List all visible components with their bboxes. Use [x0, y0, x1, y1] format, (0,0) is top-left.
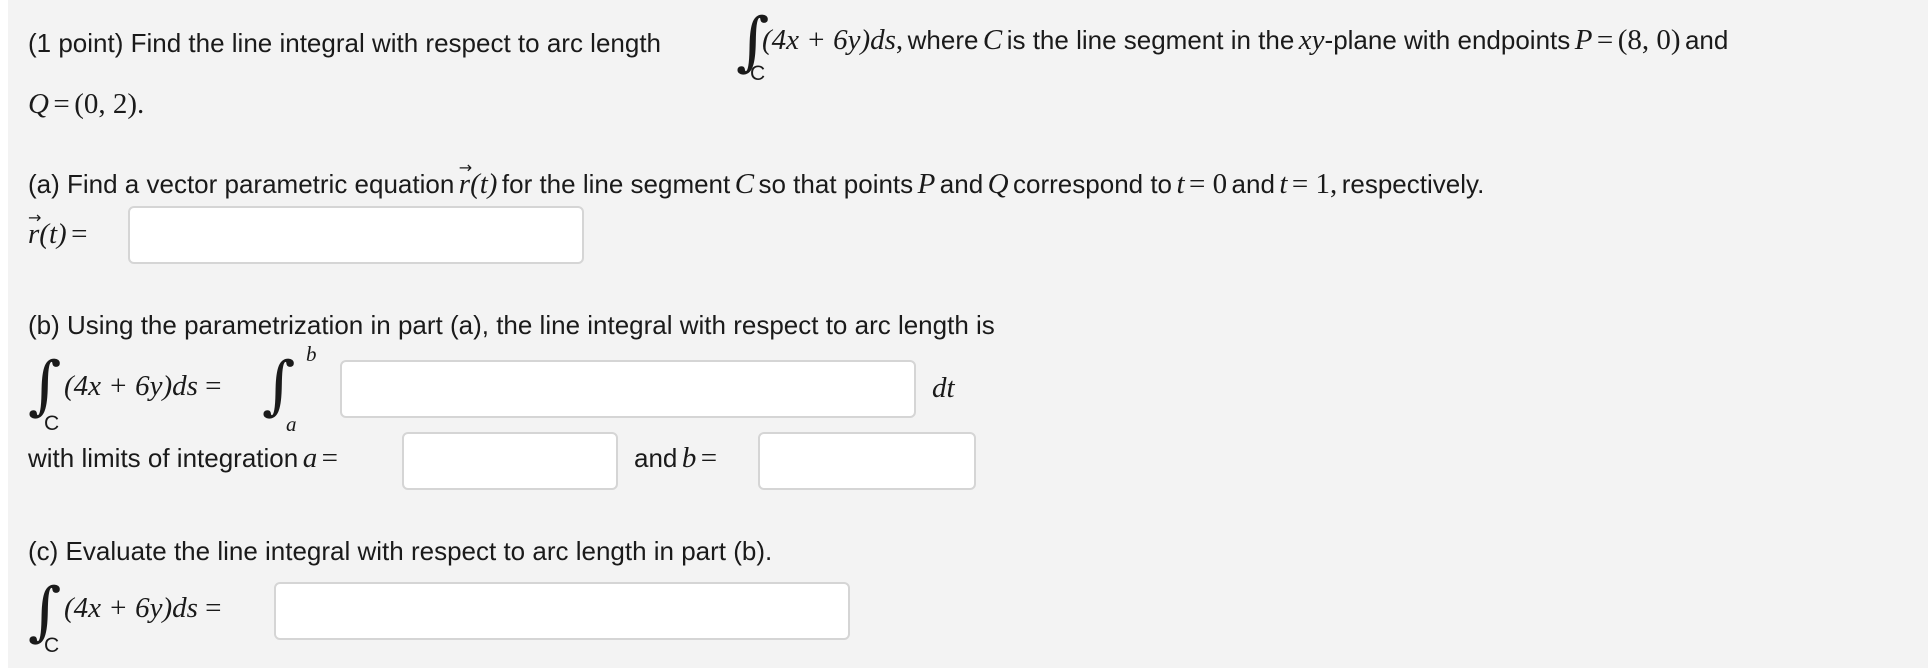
segment-text: is the line segment in the [1006, 25, 1295, 55]
var-t-0: t [1176, 168, 1185, 200]
lower-limit-a: a [286, 412, 297, 436]
vector-arrow-icon: → [458, 158, 473, 177]
r-vector: → r [458, 158, 473, 200]
upper-limit-b: b [306, 342, 317, 366]
part-a-text-5: respectively. [1341, 169, 1485, 199]
where-text: where [907, 25, 979, 55]
dt-label: dt [932, 372, 955, 404]
upper-limit-input[interactable] [758, 432, 976, 490]
part-a-text-4: correspond to [1013, 169, 1173, 199]
limits-row: with limits of integration a = [28, 442, 338, 475]
b-equals: = [700, 442, 718, 474]
eq-one: = 1, [1291, 168, 1338, 200]
integrand-input[interactable] [340, 360, 916, 418]
var-Q: Q [28, 88, 49, 120]
var-P: P [1574, 24, 1593, 56]
question-line-1: (1 point) Find the line integral with re… [28, 28, 661, 58]
part-a-and: and [939, 169, 984, 199]
var-xy: xy [1298, 24, 1325, 56]
question-integrand: (4x + 6y)ds, [762, 24, 904, 56]
r-of-t-label: → r(t) = [28, 208, 88, 251]
part-a-text-2: for the line segment [501, 169, 731, 199]
c-subscript: C [44, 634, 60, 657]
part-a-prompt: (a) Find a vector parametric equation → r… [28, 158, 1485, 201]
a-equals: = [321, 442, 338, 474]
var-Q-a: Q [987, 168, 1009, 200]
b-left-subscript: C [44, 412, 60, 435]
and-text: and [1684, 25, 1729, 55]
t-arg-answer: (t) [39, 218, 67, 250]
question-line-1b: (4x + 6y)ds, where C is the line segment… [762, 24, 1728, 57]
limits-label: with limits of integration [28, 443, 299, 473]
integral-subscript: C [750, 62, 766, 85]
left-margin-bar [0, 0, 8, 668]
part-a-and-2: and [1231, 169, 1275, 199]
part-a-text-1: (a) Find a vector parametric equation [28, 169, 455, 199]
arc-length-answer-input[interactable] [274, 582, 850, 640]
integral-sign-b-left: ∫ [28, 349, 62, 423]
r-equals: = [71, 218, 88, 250]
r-vector-answer: → r [28, 208, 42, 250]
b-integrand: (4x + 6y)ds = [64, 370, 222, 402]
question-line-2: Q = (0, 2). [28, 88, 144, 121]
var-C: C [982, 24, 1003, 56]
var-b: b [681, 442, 697, 474]
b-equals: = [205, 370, 222, 402]
Q-value: (0, 2). [74, 88, 145, 120]
part-c-prompt: (c) Evaluate the line integral with resp… [28, 536, 773, 566]
b-limit-row: and b = [634, 442, 717, 475]
integral-sign-b-right: ∫ [262, 349, 296, 423]
part-a-text-3: so that points [758, 169, 914, 199]
r-of-t-input[interactable] [128, 206, 584, 264]
t-arg: (t) [470, 168, 498, 200]
var-t-1: t [1279, 168, 1288, 200]
plane-text: -plane with endpoints [1324, 25, 1571, 55]
and-b-text: and [634, 443, 678, 473]
vector-arrow-icon-2: → [28, 208, 42, 227]
question-intro: (1 point) Find the line integral with re… [28, 28, 662, 58]
part-b-prompt: (b) Using the parametrization in part (a… [28, 310, 995, 340]
var-C-a: C [734, 168, 755, 200]
P-value: (8, 0) [1617, 24, 1681, 56]
equals-sign-2: = [53, 88, 70, 120]
lower-limit-input[interactable] [402, 432, 618, 490]
eq-zero: = 0 [1188, 168, 1228, 200]
c-equals: = [205, 592, 222, 624]
var-a: a [302, 442, 318, 474]
equals-sign: = [1596, 24, 1614, 56]
var-P-a: P [917, 168, 936, 200]
c-integrand: (4x + 6y)ds = [64, 592, 222, 624]
